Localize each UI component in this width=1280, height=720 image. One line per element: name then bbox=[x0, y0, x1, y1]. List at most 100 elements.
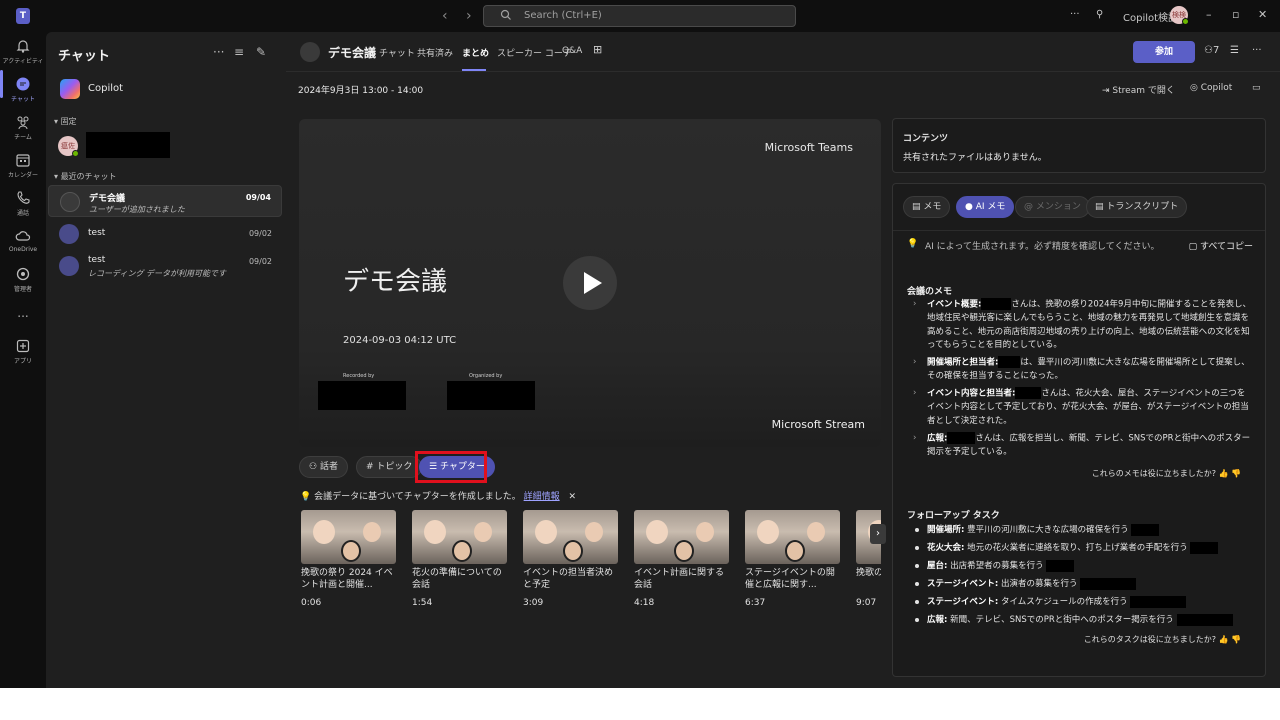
play-button[interactable] bbox=[563, 256, 617, 310]
thumbs-down-icon[interactable]: 👎 bbox=[1231, 469, 1241, 478]
chapter-title: 花火の準備についての会話 bbox=[412, 568, 502, 590]
chapter-card[interactable]: イベント計画に関する会話 4:18 bbox=[634, 510, 729, 608]
open-in-stream-button[interactable]: ⇥ Stream で開く bbox=[1102, 83, 1175, 96]
forward-arrow-icon[interactable]: › bbox=[466, 8, 472, 24]
rail-item-activity[interactable]: アクティビティ bbox=[0, 36, 46, 74]
copilot-button[interactable]: ◎ Copilot bbox=[1190, 83, 1232, 93]
search-input[interactable]: Search (Ctrl+E) bbox=[483, 5, 796, 27]
task-item[interactable]: ステージイベント: 出演者の募集を行う bbox=[915, 577, 1137, 590]
join-button[interactable]: 参加 bbox=[1133, 41, 1195, 63]
chapter-thumbnail bbox=[412, 510, 507, 564]
ai-disclaimer: AI によって生成されます。必ず精度を確認してください。 bbox=[925, 242, 1160, 252]
rail-item-more[interactable]: ... bbox=[0, 302, 46, 340]
tab-ai-notes[interactable]: ● AI メモ bbox=[956, 196, 1015, 218]
chapter-time: 0:06 bbox=[301, 598, 322, 608]
close-icon[interactable]: ✕ bbox=[569, 492, 577, 502]
pop-out-icon[interactable]: ▭ bbox=[1252, 83, 1261, 93]
task-item[interactable]: 屋台: 出店希望者の募集を行う bbox=[915, 559, 1075, 572]
avatar[interactable]: 検検 bbox=[1170, 6, 1189, 25]
chapter-card[interactable]: イベントの担当者決めと予定 3:09 bbox=[523, 510, 618, 608]
org-icon[interactable]: ⚲ bbox=[1096, 9, 1103, 20]
copilot-chat-item[interactable]: Copilot bbox=[58, 78, 274, 100]
tab-chat[interactable]: チャット bbox=[379, 46, 415, 59]
more-options-icon[interactable]: ··· bbox=[1070, 9, 1080, 20]
new-chat-icon[interactable]: ✎ bbox=[256, 45, 266, 59]
thumbs-up-icon[interactable]: 👍 bbox=[1219, 635, 1229, 644]
chapter-title: イベント計画に関する会話 bbox=[634, 568, 725, 590]
calendar-icon bbox=[16, 154, 30, 167]
chapter-card[interactable]: 挽歌の祭り 2024 イベント計画と開催... 0:06 bbox=[301, 510, 396, 608]
note-label: イベント内容と担当者: bbox=[927, 388, 1016, 399]
teams-icon bbox=[17, 116, 29, 130]
transcript-icon: ▤ bbox=[1095, 202, 1107, 212]
chat-preview: ユーザーが追加されました bbox=[89, 205, 185, 214]
task-item[interactable]: 開催場所: 豊平川の河川敷に大きな広場の確保を行う bbox=[915, 523, 1160, 536]
task-item[interactable]: 広報: 新聞、テレビ、SNSでのPRと街中へのポスター掲示を行う bbox=[915, 613, 1233, 626]
tab-qa[interactable]: Q&A bbox=[562, 46, 582, 56]
rail-item-admin[interactable]: 管理者 bbox=[0, 264, 46, 302]
filter-speakers-label: 話者 bbox=[319, 462, 338, 472]
at-icon: @ bbox=[1024, 202, 1036, 212]
rail-item-teams[interactable]: チーム bbox=[0, 112, 46, 150]
add-tab-icon[interactable]: ⊞ bbox=[593, 43, 602, 56]
meeting-date-range: 2024年9月3日 13:00 - 14:00 bbox=[298, 86, 424, 96]
task-item[interactable]: 花火大会: 地元の花火業者に連絡を取り、打ち上げ業者の手配を行う bbox=[915, 541, 1219, 554]
rail-item-apps[interactable]: アプリ bbox=[0, 336, 46, 374]
task-label: 広報: bbox=[927, 615, 948, 625]
filter-topics-button[interactable]: # トピック bbox=[356, 456, 423, 478]
note-label: イベント概要: bbox=[927, 299, 982, 310]
lightbulb-icon: 💡 bbox=[300, 492, 315, 502]
calendar-chat-icon bbox=[59, 224, 79, 244]
back-arrow-icon[interactable]: ‹ bbox=[442, 8, 448, 24]
note-bullet[interactable]: › 開催場所と担当者: は、豊平川の河川敷に大きな広場を開催場所として提案し、その… bbox=[913, 356, 1253, 384]
feedback-question: これらのメモは役に立ちましたか? bbox=[1091, 469, 1216, 478]
chevron-right-icon: › bbox=[913, 388, 917, 398]
thumbs-up-icon[interactable]: 👍 bbox=[1219, 469, 1229, 478]
chat-item-test[interactable]: test 09/02 bbox=[48, 218, 282, 250]
task-label: 花火大会: bbox=[927, 543, 965, 553]
note-bullet[interactable]: › イベント概要: さんは、挽歌の祭り2024年9月中旬に開催することを発表し、地… bbox=[913, 298, 1253, 353]
list-icon[interactable]: ☰ bbox=[1230, 45, 1239, 56]
tab-shared[interactable]: 共有済み bbox=[417, 46, 453, 59]
copy-all-button[interactable]: ▢ すべてコピー bbox=[1189, 239, 1253, 252]
redacted-name bbox=[1046, 559, 1075, 572]
chat-item-demo-meeting[interactable]: デモ会議 ユーザーが追加されました 09/04 bbox=[48, 185, 282, 217]
note-bullet[interactable]: › イベント内容と担当者: さんは、花火大会、屋台、ステージイベントの三つをイベン… bbox=[913, 387, 1253, 428]
recap-content: Microsoft Teams デモ会議 2024-09-03 04:12 UT… bbox=[286, 104, 1280, 688]
tab-recap[interactable]: まとめ bbox=[462, 46, 489, 59]
participants-button[interactable]: ⚇7 bbox=[1204, 45, 1219, 56]
more-options-icon[interactable]: ··· bbox=[1252, 45, 1262, 56]
chapter-card[interactable]: 花火の準備についての会話 1:54 bbox=[412, 510, 507, 608]
filter-icon[interactable]: ≡ bbox=[234, 45, 244, 59]
rail-item-calendar[interactable]: カレンダー bbox=[0, 150, 46, 188]
chapter-card[interactable]: ステージイベントの開催と広報に関す... 6:37 bbox=[745, 510, 840, 608]
rail-label: チャット bbox=[11, 96, 35, 103]
pinned-section-header[interactable]: ▾ 固定 bbox=[54, 116, 77, 127]
minimize-icon[interactable]: – bbox=[1206, 8, 1212, 21]
recent-section-header[interactable]: ▾ 最近のチャット bbox=[54, 171, 116, 182]
tab-notes[interactable]: ▤ メモ bbox=[903, 196, 951, 218]
filter-speakers-button[interactable]: ⚇ 話者 bbox=[299, 456, 348, 478]
rail-item-onedrive[interactable]: OneDrive bbox=[0, 226, 46, 264]
contents-card: コンテンツ 共有されたファイルはありません。 bbox=[892, 118, 1266, 173]
task-item[interactable]: ステージイベント: タイムスケジュールの作成を行う bbox=[915, 595, 1187, 608]
rail-label: 通話 bbox=[16, 210, 29, 217]
more-options-icon[interactable]: ··· bbox=[213, 45, 224, 59]
chat-item-test-recording[interactable]: test レコーディング データが利用可能です 09/02 bbox=[48, 250, 282, 282]
note-bullet[interactable]: › 広報: さんは、広報を担当し、新聞、テレビ、SNSでのPRと街中へのポスター掲… bbox=[913, 432, 1253, 460]
video-player[interactable]: Microsoft Teams デモ会議 2024-09-03 04:12 UT… bbox=[299, 119, 881, 447]
tab-transcript[interactable]: ▤ トランスクリプト bbox=[1086, 196, 1188, 218]
redacted-recorder bbox=[318, 381, 406, 410]
chevron-right-icon[interactable]: › bbox=[870, 524, 886, 544]
chapter-time: 6:37 bbox=[745, 598, 766, 608]
copilot-logo-icon bbox=[60, 79, 80, 99]
learn-more-link[interactable]: 詳細情報 bbox=[524, 492, 560, 502]
maximize-icon[interactable]: ▫ bbox=[1232, 8, 1239, 21]
pinned-chat-item[interactable]: 瘟佐 bbox=[58, 131, 274, 161]
thumbs-down-icon[interactable]: 👎 bbox=[1231, 635, 1241, 644]
tab-speaker-coach[interactable]: スピーカー コーチ bbox=[497, 46, 572, 59]
tab-mentions[interactable]: @ メンション bbox=[1015, 196, 1090, 218]
rail-item-chat[interactable]: チャット bbox=[0, 74, 46, 112]
rail-item-calls[interactable]: 通話 bbox=[0, 188, 46, 226]
close-icon[interactable]: ✕ bbox=[1258, 8, 1267, 21]
